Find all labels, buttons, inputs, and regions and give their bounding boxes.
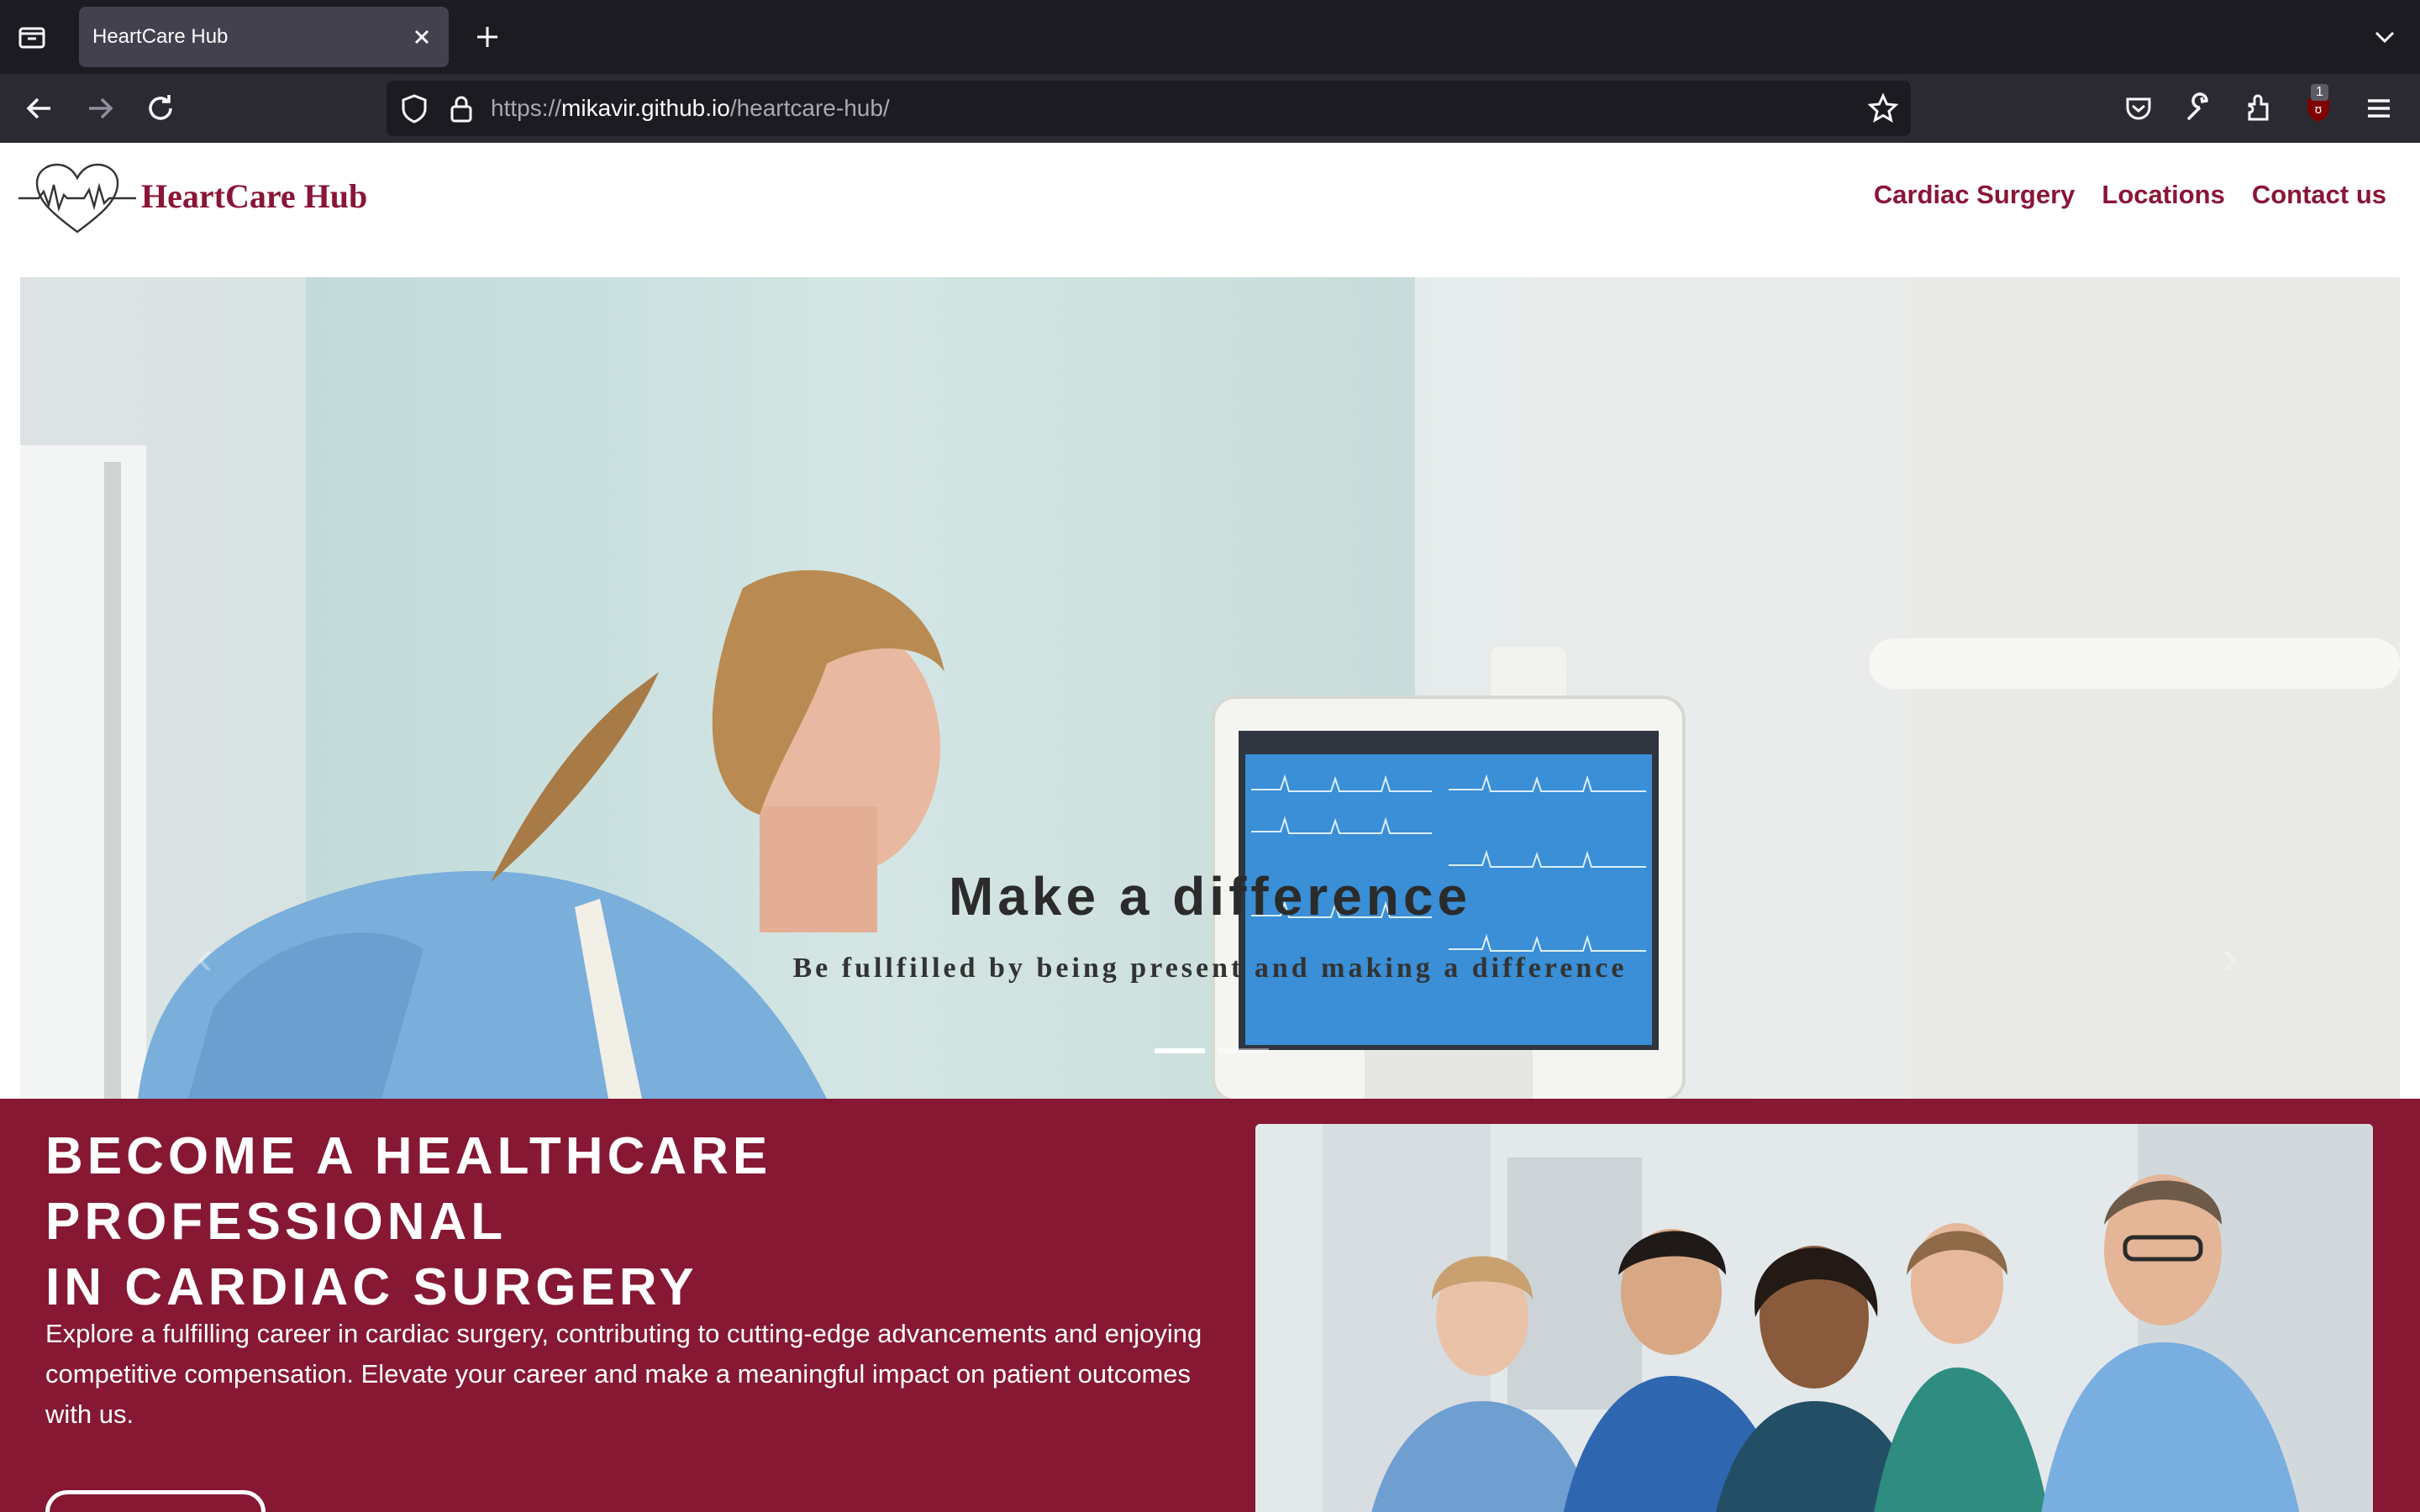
browser-tab[interactable]: HeartCare Hub — [79, 7, 449, 67]
carousel-next-icon[interactable]: › — [2213, 932, 2247, 983]
shield-icon[interactable] — [398, 92, 430, 124]
career-heading-line-2: IN CARDIAC SURGERY — [45, 1258, 698, 1316]
nav-link-contact-us[interactable]: Contact us — [2252, 180, 2386, 210]
hero-title: Make a difference — [948, 866, 1472, 927]
tab-list-icon[interactable] — [17, 22, 47, 52]
url-path: /heartcare-hub/ — [729, 95, 890, 121]
menu-icon[interactable] — [2361, 91, 2396, 126]
reload-icon[interactable] — [143, 91, 178, 126]
carousel-prev-icon[interactable]: ‹ — [188, 932, 222, 983]
nav-link-locations[interactable]: Locations — [2102, 180, 2224, 210]
hero-subtitle: Be fullfilled by being present and makin… — [792, 953, 1628, 984]
wrench-icon[interactable] — [2181, 91, 2217, 126]
carousel-indicator-2[interactable] — [1218, 1048, 1269, 1053]
hero-caption: Make a difference Be fullfilled by being… — [20, 865, 2400, 984]
bookmark-star-icon[interactable] — [1867, 92, 1899, 124]
hero-carousel: Make a difference Be fullfilled by being… — [20, 277, 2400, 1099]
carousel-indicators — [1155, 1048, 1269, 1053]
career-section: BECOME A HEALTHCARE PROFESSIONAL IN CARD… — [0, 1099, 2420, 1512]
career-heading-line-1: BECOME A HEALTHCARE PROFESSIONAL — [45, 1127, 772, 1251]
url-text[interactable]: https://mikavir.github.io/heartcare-hub/ — [491, 81, 890, 136]
site-header: HeartCare Hub Cardiac Surgery Locations … — [0, 143, 2420, 277]
career-description: Explore a fulfilling career in cardiac s… — [45, 1319, 1202, 1429]
carousel-indicator-1[interactable] — [1155, 1048, 1205, 1053]
logo-text[interactable]: HeartCare Hub — [141, 176, 367, 216]
browser-tab-bar: HeartCare Hub — [0, 0, 2420, 74]
back-arrow-icon[interactable] — [22, 91, 57, 126]
career-cta-button[interactable] — [45, 1490, 266, 1512]
url-domain: mikavir.github.io — [561, 95, 730, 121]
url-scheme: https:// — [491, 95, 562, 121]
extensions-icon[interactable] — [2242, 91, 2277, 126]
close-icon[interactable] — [407, 22, 437, 52]
heart-ecg-logo-icon[interactable] — [18, 161, 136, 237]
pocket-icon[interactable] — [2121, 91, 2156, 126]
svg-text:ʊ: ʊ — [2315, 103, 2323, 117]
tab-title: HeartCare Hub — [92, 25, 229, 48]
chevron-down-icon[interactable] — [2370, 22, 2400, 52]
forward-arrow-icon[interactable] — [82, 91, 118, 126]
browser-toolbar: https://mikavir.github.io/heartcare-hub/… — [0, 74, 2420, 143]
new-tab-icon[interactable] — [471, 20, 504, 54]
extension-badge: 1 — [2311, 84, 2328, 101]
lock-icon[interactable] — [445, 92, 477, 124]
team-photo-medical-staff — [1255, 1124, 2373, 1512]
main-nav: Cardiac Surgery Locations Contact us — [1874, 180, 2386, 210]
career-heading: BECOME A HEALTHCARE PROFESSIONAL IN CARD… — [45, 1124, 1222, 1320]
address-bar[interactable]: https://mikavir.github.io/heartcare-hub/ — [387, 81, 1911, 136]
nav-link-cardiac-surgery[interactable]: Cardiac Surgery — [1874, 180, 2075, 210]
